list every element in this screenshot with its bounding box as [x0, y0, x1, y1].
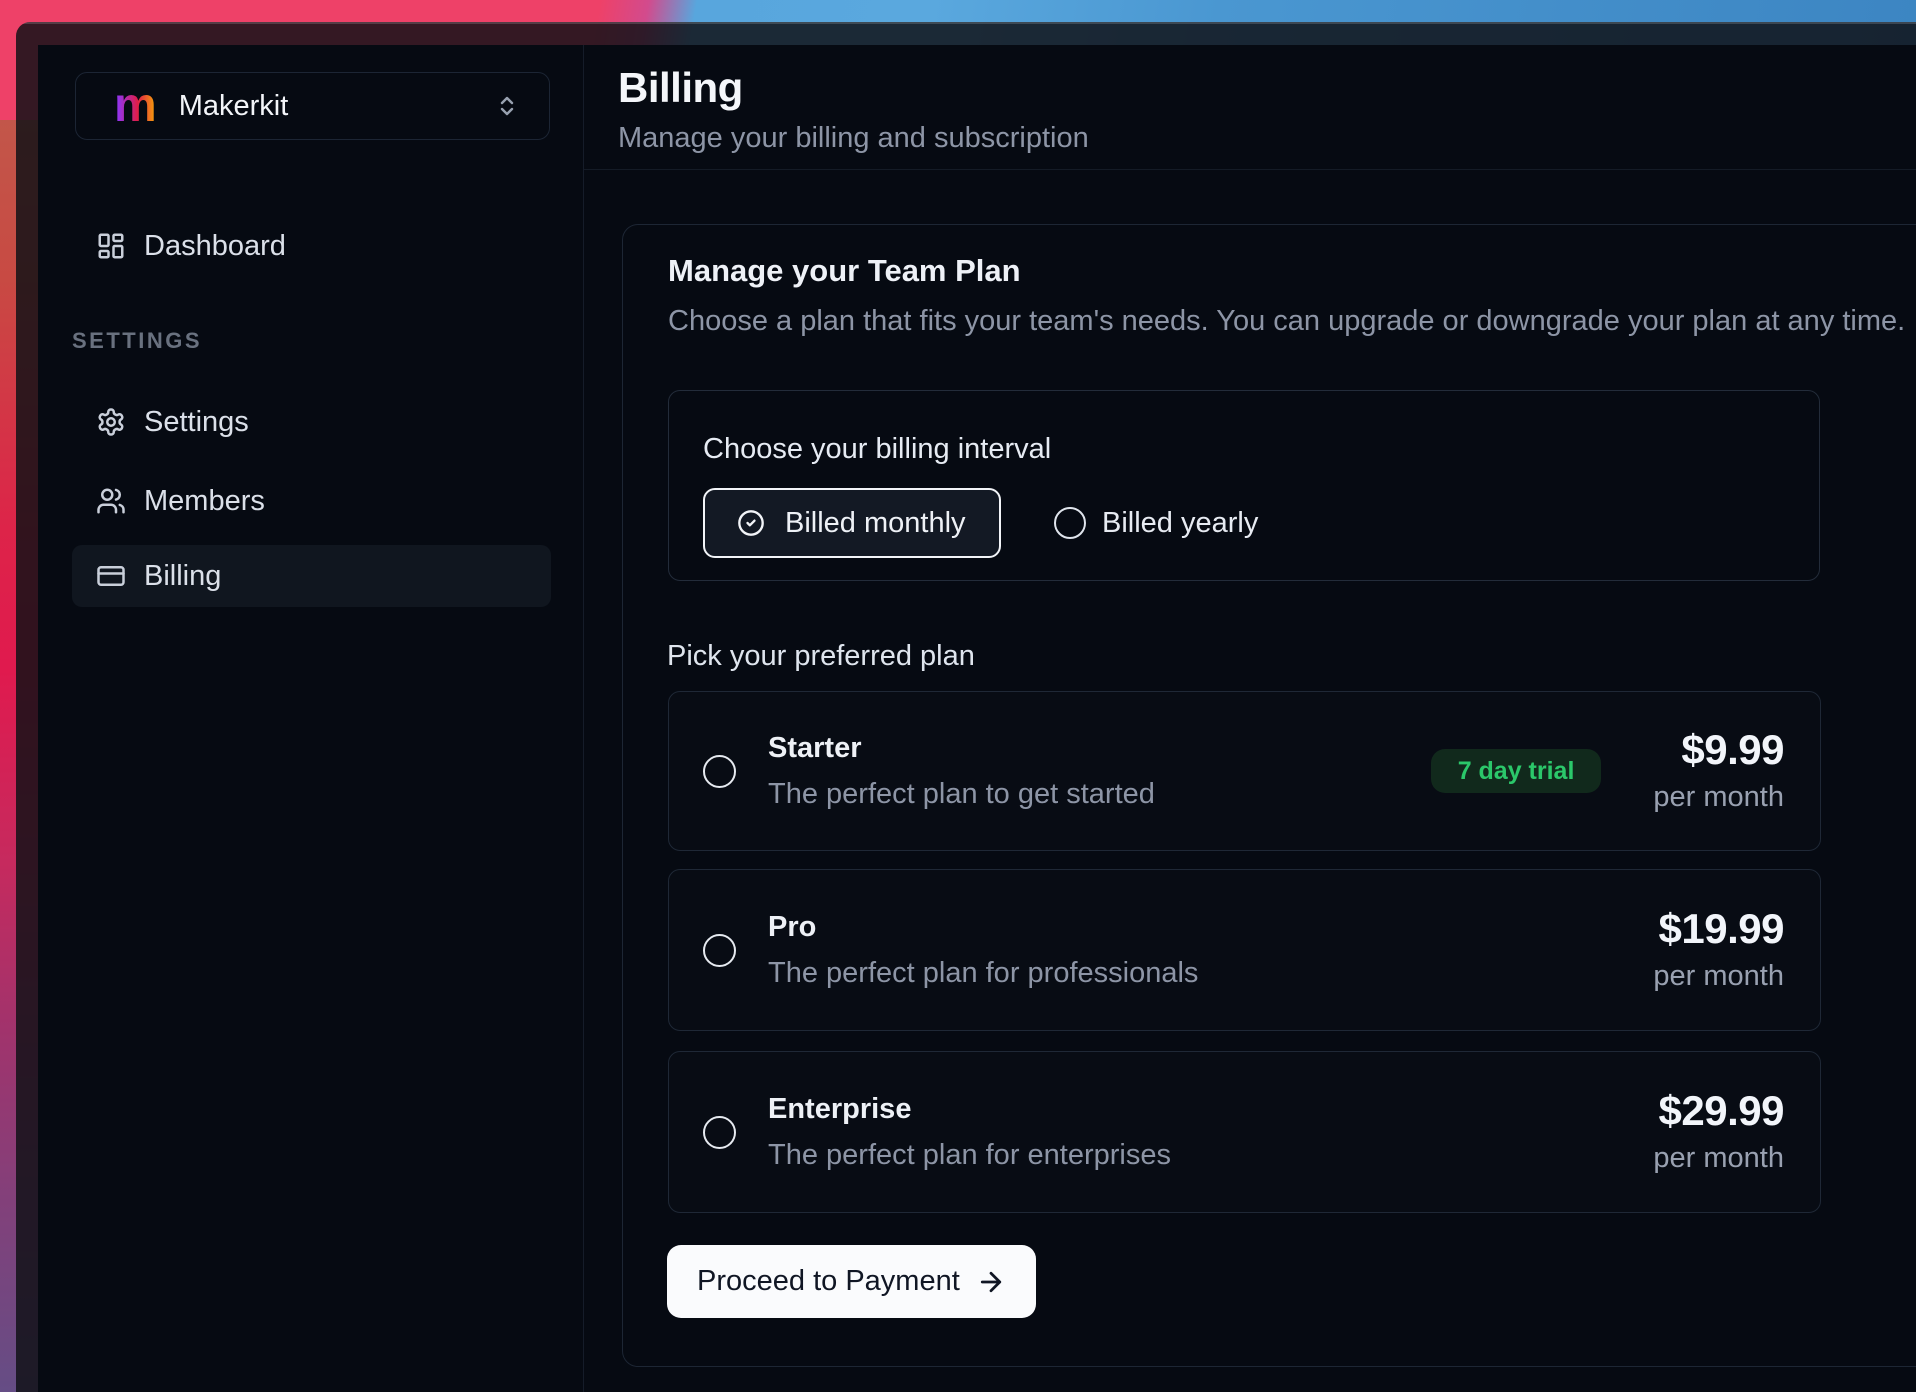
plan-period: per month — [1653, 781, 1784, 814]
desktop: m Makerkit — [0, 0, 1916, 1392]
sidebar-nav: Dashboard SETTINGS Settings — [72, 222, 551, 607]
plan-price-block: $29.99 per month — [1653, 1089, 1784, 1175]
plan-price-block: $9.99 per month — [1653, 728, 1784, 814]
sidebar-item-billing[interactable]: Billing — [72, 545, 551, 607]
billed-monthly-label: Billed monthly — [785, 507, 966, 540]
team-selector[interactable]: m Makerkit — [75, 72, 550, 140]
plan-text: Enterprise The perfect plan for enterpri… — [768, 1093, 1653, 1172]
radio-unselected-icon[interactable] — [703, 1116, 736, 1149]
main-content: Billing Manage your billing and subscrip… — [584, 45, 1916, 1392]
plan-text: Pro The perfect plan for professionals — [768, 911, 1653, 990]
arrow-right-icon — [976, 1267, 1006, 1297]
plan-row-starter[interactable]: Starter The perfect plan to get started … — [668, 691, 1821, 851]
page-header: Billing Manage your billing and subscrip… — [584, 45, 1916, 170]
sidebar-item-members[interactable]: Members — [72, 477, 551, 525]
sidebar-item-dashboard[interactable]: Dashboard — [72, 222, 551, 270]
team-selector-label: Makerkit — [179, 90, 289, 123]
sidebar-item-label: Settings — [144, 406, 249, 439]
sidebar-item-label: Members — [144, 485, 265, 518]
radio-unselected-icon — [1054, 507, 1086, 539]
radio-unselected-icon[interactable] — [703, 755, 736, 788]
plan-row-pro[interactable]: Pro The perfect plan for professionals $… — [668, 869, 1821, 1031]
page-subtitle: Manage your billing and subscription — [618, 122, 1916, 155]
billing-interval-box: Choose your billing interval Billed mont… — [668, 390, 1820, 581]
plan-description: The perfect plan to get started — [768, 778, 1431, 811]
content-area: Manage your Team Plan Choose a plan that… — [584, 170, 1916, 1392]
billed-yearly-label: Billed yearly — [1102, 507, 1258, 540]
plan-price: $9.99 — [1653, 728, 1784, 772]
users-icon — [96, 486, 126, 516]
billed-monthly-option[interactable]: Billed monthly — [703, 488, 1001, 558]
dashboard-icon — [96, 231, 126, 261]
sidebar: m Makerkit — [38, 45, 584, 1392]
sidebar-item-settings[interactable]: Settings — [72, 398, 551, 446]
plan-name: Enterprise — [768, 1093, 1653, 1126]
plan-period: per month — [1653, 1142, 1784, 1175]
makerkit-logo-icon: m — [114, 84, 157, 127]
billed-yearly-option[interactable]: Billed yearly — [1054, 488, 1258, 558]
app-root: m Makerkit — [38, 45, 1916, 1392]
radio-unselected-icon[interactable] — [703, 934, 736, 967]
plan-period: per month — [1653, 960, 1784, 993]
plan-name: Pro — [768, 911, 1653, 944]
sidebar-item-label: Billing — [144, 560, 221, 593]
gear-icon — [96, 407, 126, 437]
plan-name: Starter — [768, 732, 1431, 765]
plan-price-block: $19.99 per month — [1653, 907, 1784, 993]
proceed-button-label: Proceed to Payment — [697, 1265, 960, 1298]
spacer — [72, 446, 551, 477]
card-subtitle: Choose a plan that fits your team's need… — [668, 305, 1905, 338]
card-title: Manage your Team Plan — [668, 253, 1021, 289]
page-title: Billing — [618, 65, 1916, 111]
billing-interval-label: Choose your billing interval — [703, 433, 1051, 466]
credit-card-icon — [96, 561, 126, 591]
circle-check-icon — [737, 509, 765, 537]
spacer — [72, 525, 551, 545]
trial-badge: 7 day trial — [1431, 749, 1602, 793]
plan-description: The perfect plan for professionals — [768, 957, 1653, 990]
plan-price: $19.99 — [1653, 907, 1784, 951]
app-window: m Makerkit — [16, 22, 1916, 1392]
plan-description: The perfect plan for enterprises — [768, 1139, 1653, 1172]
chevrons-up-down-icon — [495, 93, 519, 119]
team-plan-card: Manage your Team Plan Choose a plan that… — [622, 224, 1916, 1367]
pick-plan-label: Pick your preferred plan — [667, 640, 975, 673]
sidebar-item-label: Dashboard — [144, 230, 286, 263]
plan-price: $29.99 — [1653, 1089, 1784, 1133]
proceed-to-payment-button[interactable]: Proceed to Payment — [667, 1245, 1036, 1318]
plan-row-enterprise[interactable]: Enterprise The perfect plan for enterpri… — [668, 1051, 1821, 1213]
sidebar-section-settings-label: SETTINGS — [72, 328, 551, 354]
plan-text: Starter The perfect plan to get started — [768, 732, 1431, 811]
